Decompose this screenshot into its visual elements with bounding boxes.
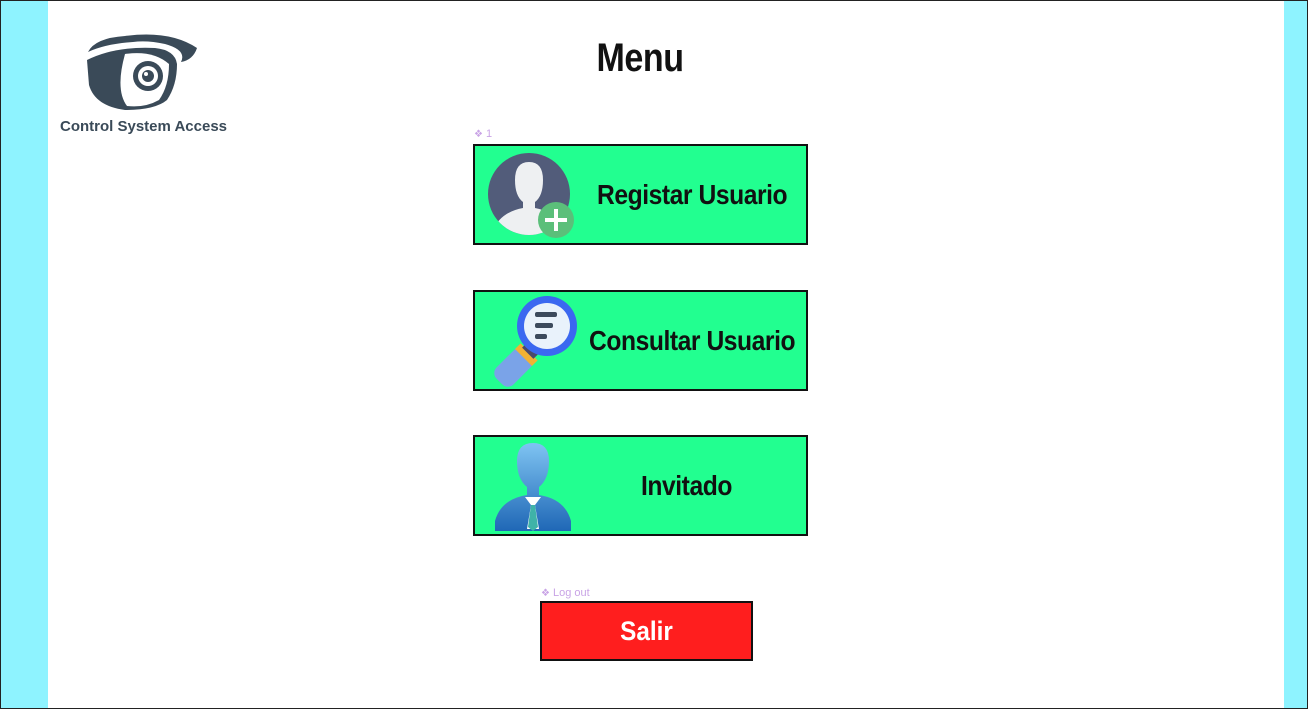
logout-button[interactable]: Salir (540, 601, 753, 661)
camera-logo-icon (87, 34, 197, 110)
menu-group-annotation: ❖ 1 (474, 128, 493, 140)
user-add-icon (488, 153, 574, 238)
guest-button[interactable]: Invitado (473, 435, 808, 536)
search-user-button[interactable]: Consultar Usuario (473, 290, 808, 391)
logout-label: Salir (620, 616, 673, 646)
page-title: Menu (596, 36, 684, 80)
magnifier-search-icon (494, 296, 577, 387)
logo-text: Control System Access (60, 118, 228, 135)
logout-group-annotation: ❖ Log out (541, 587, 590, 599)
register-user-button[interactable]: Registar Usuario (473, 144, 808, 245)
app-logo: Control System Access (60, 30, 230, 140)
right-side-stripe (1284, 0, 1308, 709)
component-icon: ❖ (541, 588, 550, 599)
guest-label: Invitado (641, 470, 732, 501)
guest-user-icon (495, 443, 571, 531)
register-user-label: Registar Usuario (597, 179, 788, 210)
component-icon: ❖ (474, 129, 483, 140)
search-user-label: Consultar Usuario (589, 325, 796, 356)
left-side-stripe (0, 0, 48, 709)
